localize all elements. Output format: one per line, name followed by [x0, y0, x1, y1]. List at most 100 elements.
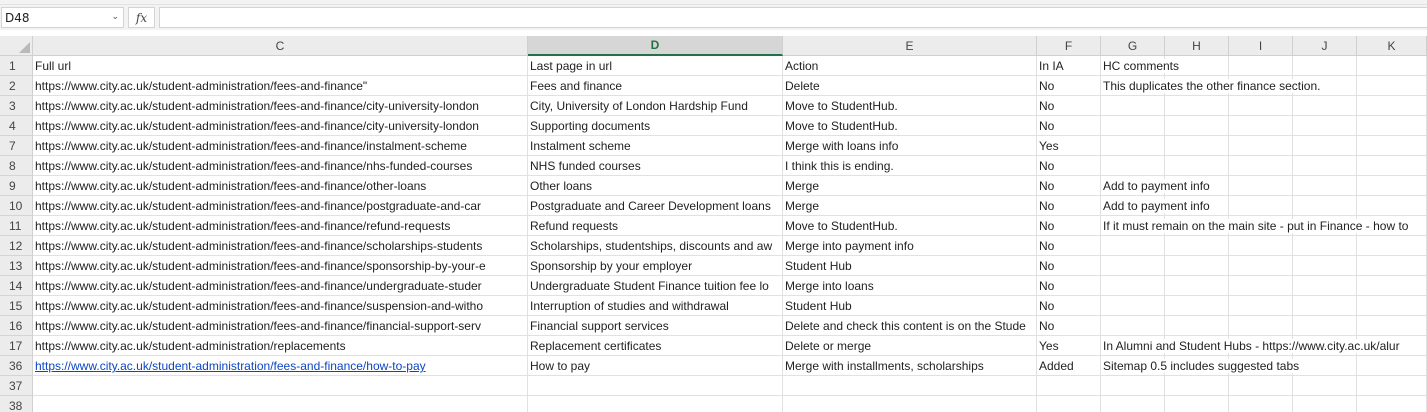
- column-header-h[interactable]: H: [1165, 36, 1229, 56]
- row-header[interactable]: 38: [0, 396, 33, 412]
- cell-f[interactable]: No: [1037, 296, 1101, 316]
- cell-i[interactable]: [1229, 256, 1293, 276]
- cell-e[interactable]: Student Hub: [783, 256, 1037, 276]
- cell-g[interactable]: [1101, 96, 1165, 116]
- cell-e[interactable]: [783, 376, 1037, 396]
- cell-f[interactable]: Added: [1037, 356, 1101, 376]
- cell-g[interactable]: [1101, 136, 1165, 156]
- cell-k[interactable]: [1357, 316, 1427, 336]
- row-header[interactable]: 7: [0, 136, 33, 156]
- cell-i[interactable]: [1229, 196, 1293, 216]
- cell-j[interactable]: [1293, 56, 1357, 76]
- cell-c[interactable]: https://www.city.ac.uk/student-administr…: [33, 276, 528, 296]
- cell-e[interactable]: Merge with installments, scholarships: [783, 356, 1037, 376]
- cell-d[interactable]: Fees and finance: [528, 76, 783, 96]
- cell-k[interactable]: [1357, 236, 1427, 256]
- cell-g[interactable]: [1101, 276, 1165, 296]
- column-header-k[interactable]: K: [1357, 36, 1427, 56]
- cell-d[interactable]: Postgraduate and Career Development loan…: [528, 196, 783, 216]
- cell-e[interactable]: Action: [783, 56, 1037, 76]
- cell-f[interactable]: Yes: [1037, 336, 1101, 356]
- cell-h[interactable]: [1165, 316, 1229, 336]
- cell-f[interactable]: No: [1037, 156, 1101, 176]
- cell-g[interactable]: [1101, 236, 1165, 256]
- cell-k[interactable]: [1357, 256, 1427, 276]
- cell-j[interactable]: [1293, 296, 1357, 316]
- row-header[interactable]: 1: [0, 56, 33, 76]
- cell-h[interactable]: [1165, 156, 1229, 176]
- cell-j[interactable]: [1293, 356, 1357, 376]
- cell-d[interactable]: Financial support services: [528, 316, 783, 336]
- row-header[interactable]: 3: [0, 96, 33, 116]
- cell-j[interactable]: [1293, 116, 1357, 136]
- cell-k[interactable]: [1357, 196, 1427, 216]
- row-header[interactable]: 13: [0, 256, 33, 276]
- cell-i[interactable]: [1229, 96, 1293, 116]
- cell-g[interactable]: In Alumni and Student Hubs - https://www…: [1101, 336, 1401, 356]
- cell-h[interactable]: [1165, 236, 1229, 256]
- cell-k[interactable]: [1357, 76, 1427, 96]
- column-header-c[interactable]: C: [33, 36, 528, 56]
- cell-d[interactable]: Sponsorship by your employer: [528, 256, 783, 276]
- cell-h[interactable]: [1165, 376, 1229, 396]
- cell-e[interactable]: Move to StudentHub.: [783, 96, 1037, 116]
- chevron-down-icon[interactable]: ⌄: [111, 12, 119, 22]
- cell-f[interactable]: No: [1037, 76, 1101, 96]
- cell-i[interactable]: [1229, 376, 1293, 396]
- row-header[interactable]: 11: [0, 216, 33, 236]
- row-header[interactable]: 10: [0, 196, 33, 216]
- cell-c[interactable]: https://www.city.ac.uk/student-administr…: [33, 316, 528, 336]
- cell-k[interactable]: [1357, 116, 1427, 136]
- cell-f[interactable]: No: [1037, 316, 1101, 336]
- cell-e[interactable]: Delete and check this content is on the …: [783, 316, 1037, 336]
- cell-e[interactable]: Move to StudentHub.: [783, 216, 1037, 236]
- cell-d[interactable]: Interruption of studies and withdrawal: [528, 296, 783, 316]
- cell-c[interactable]: [33, 376, 528, 396]
- column-header-f[interactable]: F: [1037, 36, 1101, 56]
- cell-k[interactable]: [1357, 376, 1427, 396]
- cell-c[interactable]: https://www.city.ac.uk/student-administr…: [33, 236, 528, 256]
- cell-c[interactable]: https://www.city.ac.uk/student-administr…: [33, 256, 528, 276]
- cell-g[interactable]: HC comments: [1101, 56, 1181, 76]
- cell-e[interactable]: Merge: [783, 176, 1037, 196]
- cell-f[interactable]: No: [1037, 216, 1101, 236]
- cell-i[interactable]: [1229, 316, 1293, 336]
- cell-j[interactable]: [1293, 376, 1357, 396]
- cell-e[interactable]: Merge into loans: [783, 276, 1037, 296]
- row-header[interactable]: 12: [0, 236, 33, 256]
- cell-f[interactable]: No: [1037, 236, 1101, 256]
- cell-g[interactable]: [1101, 116, 1165, 136]
- cell-k[interactable]: [1357, 276, 1427, 296]
- cell-c[interactable]: https://www.city.ac.uk/student-administr…: [33, 216, 528, 236]
- cell-g[interactable]: [1101, 376, 1165, 396]
- cell-d[interactable]: Undergraduate Student Finance tuition fe…: [528, 276, 783, 296]
- cell-g[interactable]: If it must remain on the main site - put…: [1101, 216, 1410, 236]
- cell-j[interactable]: [1293, 196, 1357, 216]
- cell-h[interactable]: [1165, 256, 1229, 276]
- row-header[interactable]: 16: [0, 316, 33, 336]
- row-header[interactable]: 15: [0, 296, 33, 316]
- hyperlink[interactable]: https://www.city.ac.uk/student-administr…: [35, 359, 426, 373]
- cell-j[interactable]: [1293, 276, 1357, 296]
- cell-c[interactable]: https://www.city.ac.uk/student-administr…: [33, 136, 528, 156]
- formula-input[interactable]: [159, 7, 1427, 28]
- cell-e[interactable]: [783, 396, 1037, 412]
- cell-i[interactable]: [1229, 56, 1293, 76]
- cell-c[interactable]: https://www.city.ac.uk/student-administr…: [33, 76, 528, 96]
- cell-j[interactable]: [1293, 136, 1357, 156]
- cell-d[interactable]: Scholarships, studentships, discounts an…: [528, 236, 783, 256]
- cell-g[interactable]: [1101, 296, 1165, 316]
- cell-f[interactable]: Yes: [1037, 136, 1101, 156]
- cell-j[interactable]: [1293, 156, 1357, 176]
- cell-e[interactable]: Student Hub: [783, 296, 1037, 316]
- cell-j[interactable]: [1293, 396, 1357, 412]
- cell-j[interactable]: [1293, 256, 1357, 276]
- cell-g[interactable]: [1101, 316, 1165, 336]
- row-header[interactable]: 4: [0, 116, 33, 136]
- cell-j[interactable]: [1293, 96, 1357, 116]
- cell-g[interactable]: Add to payment info: [1101, 176, 1211, 196]
- cell-f[interactable]: No: [1037, 276, 1101, 296]
- cell-h[interactable]: [1165, 296, 1229, 316]
- cell-k[interactable]: [1357, 136, 1427, 156]
- cell-c[interactable]: https://www.city.ac.uk/student-administr…: [33, 156, 528, 176]
